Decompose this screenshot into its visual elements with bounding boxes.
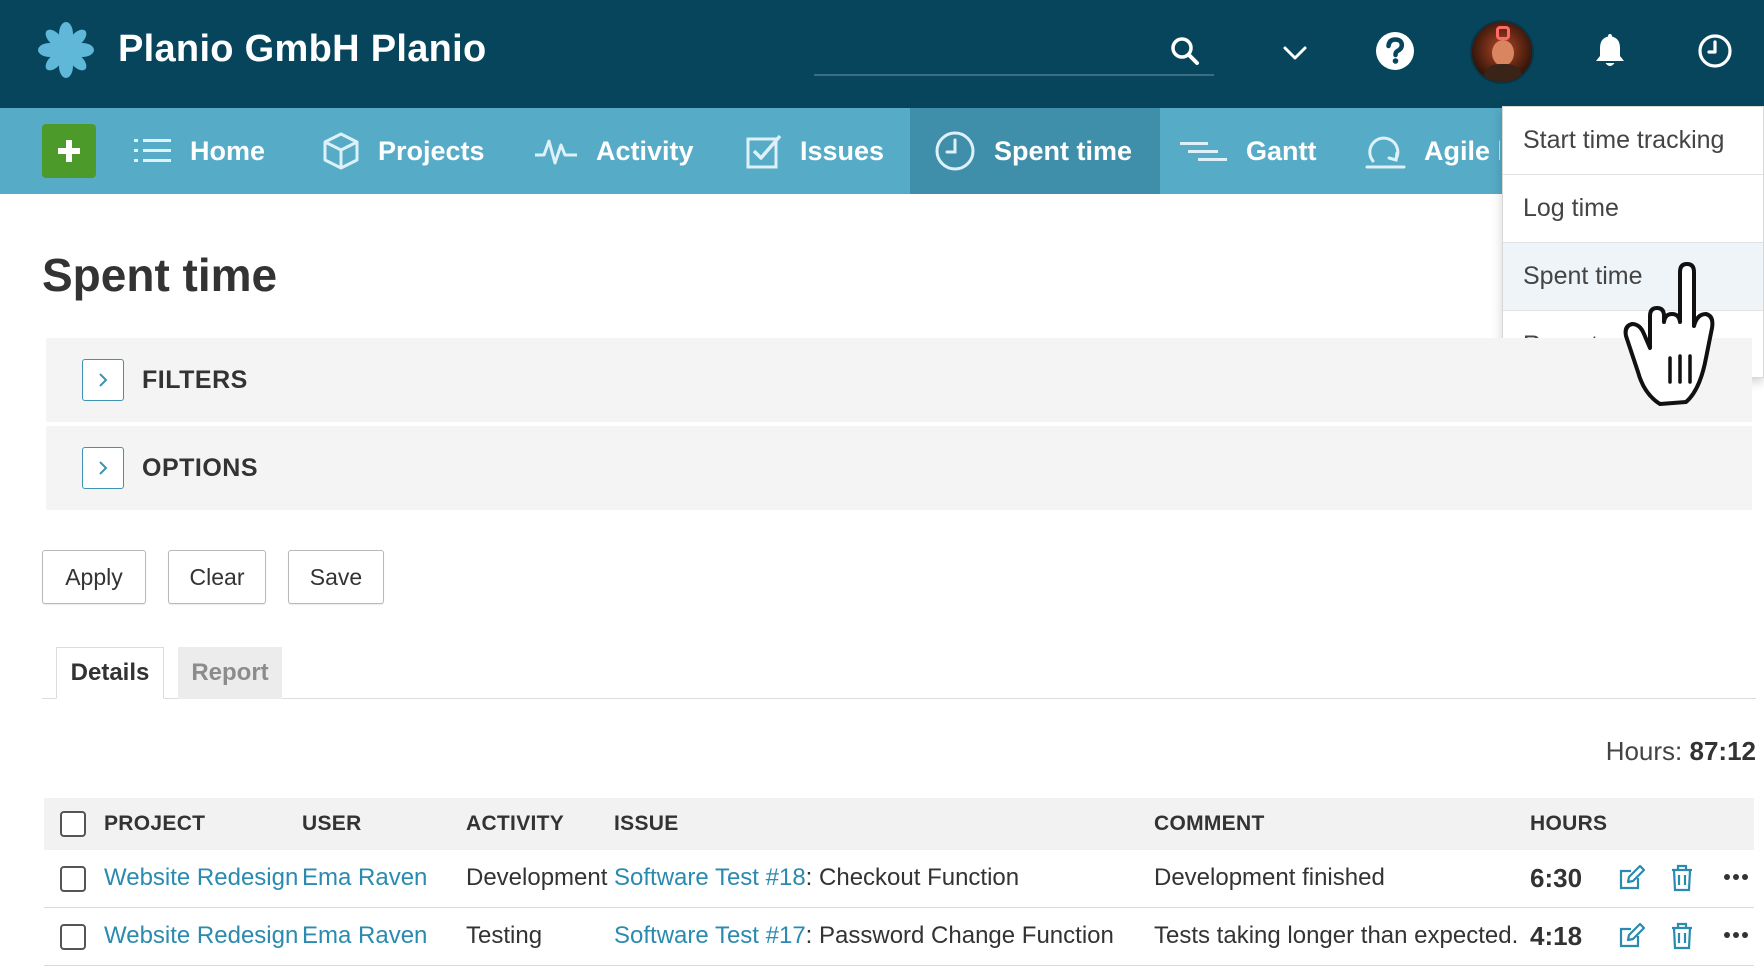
avatar-glyph — [1496, 26, 1510, 40]
nav-label: Gantt — [1246, 135, 1317, 166]
nav-label: Projects — [378, 135, 485, 166]
tab-report[interactable]: Report — [178, 647, 282, 699]
avatar[interactable] — [1470, 20, 1534, 84]
table-header: PROJECT USER ACTIVITY ISSUE COMMENT HOUR… — [44, 798, 1754, 850]
options-panel[interactable]: OPTIONS — [46, 426, 1752, 510]
comment-cell: Development finished — [1154, 864, 1385, 891]
pulse-icon — [535, 139, 577, 165]
hours-cell: 4:18 — [1530, 921, 1583, 951]
nav-item-activity[interactable]: Activity — [534, 108, 694, 194]
filters-label: FILTERS — [142, 365, 248, 394]
project-link[interactable]: Website Redesign — [104, 908, 298, 964]
nav-label: Issues — [800, 135, 885, 166]
clear-button[interactable]: Clear — [168, 550, 266, 604]
nav-label: Agile board — [1424, 135, 1500, 166]
column-header-project[interactable]: PROJECT — [104, 798, 205, 850]
nav-item-spent-time[interactable]: Spent time — [910, 108, 1160, 194]
agile-icon — [1365, 136, 1406, 169]
issue-title: : Password Change Function — [805, 922, 1114, 949]
issue-link[interactable]: Software Test #17 — [614, 922, 806, 949]
help-icon[interactable] — [1374, 30, 1416, 72]
expand-filters-button[interactable] — [82, 359, 124, 401]
cube-icon — [323, 132, 359, 170]
user-link[interactable]: Ema Raven — [302, 850, 427, 906]
issue-cell: Software Test #18: Checkout Function — [614, 850, 1019, 906]
nav-item-agile[interactable]: Agile board — [1364, 108, 1500, 194]
nav-item-projects[interactable]: Projects — [322, 108, 485, 194]
filters-panel[interactable]: FILTERS — [46, 338, 1752, 422]
select-all-checkbox[interactable] — [60, 811, 86, 837]
tabs-divider — [42, 698, 1756, 699]
table-row: Website Redesign Ema Raven Testing Softw… — [44, 908, 1754, 966]
column-header-hours[interactable]: HOURS — [1530, 798, 1607, 850]
bell-icon[interactable] — [1590, 30, 1630, 70]
search-input[interactable] — [814, 30, 1154, 72]
top-bar: Planio GmbH Planio — [0, 0, 1764, 108]
delete-icon[interactable] — [1670, 922, 1694, 950]
more-icon[interactable] — [1724, 872, 1748, 882]
project-link[interactable]: Website Redesign — [104, 850, 298, 906]
column-header-activity[interactable]: ACTIVITY — [466, 798, 564, 850]
issue-link[interactable]: Software Test #18 — [614, 864, 806, 891]
menu-item-start-time-tracking[interactable]: Start time tracking — [1503, 107, 1763, 175]
pointer-hand-icon — [1623, 262, 1715, 406]
chevron-down-icon[interactable] — [1278, 36, 1312, 70]
page-title: Spent time — [42, 249, 278, 301]
hours-total: Hours: 87:12 — [1606, 736, 1756, 767]
app-title[interactable]: Planio GmbH Planio — [118, 28, 487, 71]
avatar-face — [1492, 40, 1514, 66]
edit-icon[interactable] — [1618, 922, 1646, 950]
table-row: Website Redesign Ema Raven Development S… — [44, 850, 1754, 908]
nav-item-gantt[interactable]: Gantt — [1180, 108, 1317, 194]
expand-options-button[interactable] — [82, 447, 124, 489]
delete-icon[interactable] — [1670, 864, 1694, 892]
nav-item-issues[interactable]: Issues — [746, 108, 884, 194]
more-icon[interactable] — [1724, 930, 1748, 940]
column-header-issue[interactable]: ISSUE — [614, 798, 679, 850]
activity-cell: Development — [466, 864, 608, 891]
activity-cell: Testing — [466, 922, 543, 949]
clock-icon[interactable] — [1696, 32, 1734, 70]
save-button[interactable]: Save — [288, 550, 384, 604]
time-entries-table: PROJECT USER ACTIVITY ISSUE COMMENT HOUR… — [44, 798, 1754, 966]
row-checkbox[interactable] — [60, 866, 86, 892]
gantt-icon — [1180, 142, 1227, 161]
nav-label: Activity — [596, 135, 694, 166]
options-label: OPTIONS — [142, 453, 259, 482]
nav-label: Home — [190, 135, 266, 166]
issue-title: : Checkout Function — [805, 864, 1020, 891]
tab-details[interactable]: Details — [56, 647, 164, 699]
apply-button[interactable]: Apply — [42, 550, 146, 604]
hours-total-value: 87:12 — [1689, 736, 1757, 766]
chevron-right-icon — [99, 461, 108, 475]
column-header-user[interactable]: USER — [302, 798, 362, 850]
edit-icon[interactable] — [1618, 864, 1646, 892]
checkbox-icon — [746, 134, 782, 169]
planio-logo-icon[interactable] — [38, 22, 94, 78]
avatar-body — [1484, 64, 1522, 82]
nav-items: Home Projects Activity Issues Spent time — [0, 108, 1500, 194]
comment-cell: Tests taking longer than expected. — [1154, 922, 1519, 949]
nav-label: Spent time — [994, 135, 1133, 166]
search-icon[interactable] — [1168, 34, 1202, 68]
column-header-comment[interactable]: COMMENT — [1154, 798, 1265, 850]
nav-item-home[interactable]: Home — [134, 108, 265, 194]
user-link[interactable]: Ema Raven — [302, 908, 427, 964]
row-checkbox[interactable] — [60, 924, 86, 950]
chevron-right-icon — [99, 373, 108, 387]
menu-item-log-time[interactable]: Log time — [1503, 175, 1763, 243]
list-icon — [134, 139, 171, 162]
clock-icon — [935, 131, 975, 171]
hours-cell: 6:30 — [1530, 863, 1583, 893]
search-box — [814, 30, 1214, 76]
hours-total-label: Hours: — [1605, 736, 1683, 766]
issue-cell: Software Test #17: Password Change Funct… — [614, 908, 1114, 964]
